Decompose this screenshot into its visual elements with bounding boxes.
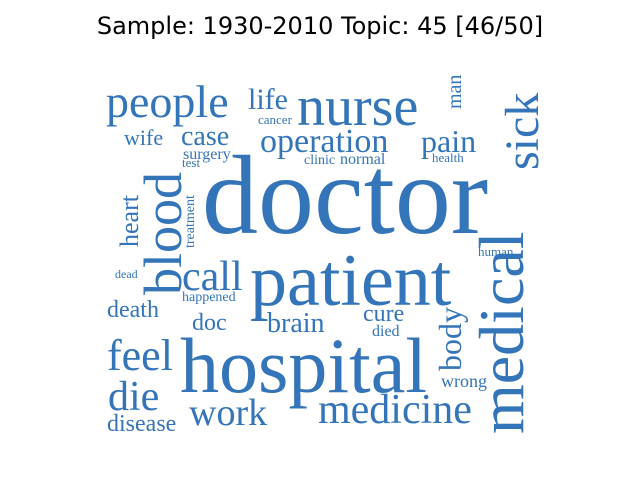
word-work: work xyxy=(189,392,267,434)
word-clinic: clinic xyxy=(304,153,335,168)
word-sick: sick xyxy=(496,93,549,170)
word-doc: doc xyxy=(192,310,227,336)
word-disease: disease xyxy=(107,411,176,437)
word-cancer: cancer xyxy=(258,112,293,127)
word-normal: normal xyxy=(340,151,386,168)
word-human: human xyxy=(478,244,514,259)
word-body: body xyxy=(432,307,468,371)
word-death: death xyxy=(107,297,159,323)
word-medicine: medicine xyxy=(318,387,472,433)
word-cloud: doctorpatienthospitalnursepeoplemedicalm… xyxy=(106,75,549,437)
word-wrong: wrong xyxy=(441,371,487,391)
word-feel: feel xyxy=(107,331,173,380)
word-people: people xyxy=(106,76,229,127)
word-man: man xyxy=(444,75,466,109)
word-medical: medical xyxy=(466,231,537,434)
word-test: test xyxy=(182,155,200,170)
word-treatment: treatment xyxy=(183,195,198,248)
word-heart: heart xyxy=(115,194,144,247)
word-dead: dead xyxy=(115,267,138,281)
word-brain: brain xyxy=(267,308,325,339)
word-wife: wife xyxy=(124,125,163,150)
word-cloud-figure: Sample: 1930-2010 Topic: 45 [46/50] doct… xyxy=(0,0,640,480)
word-health: health xyxy=(432,150,464,165)
word-died: died xyxy=(372,323,400,340)
word-happened: happened xyxy=(182,290,236,305)
